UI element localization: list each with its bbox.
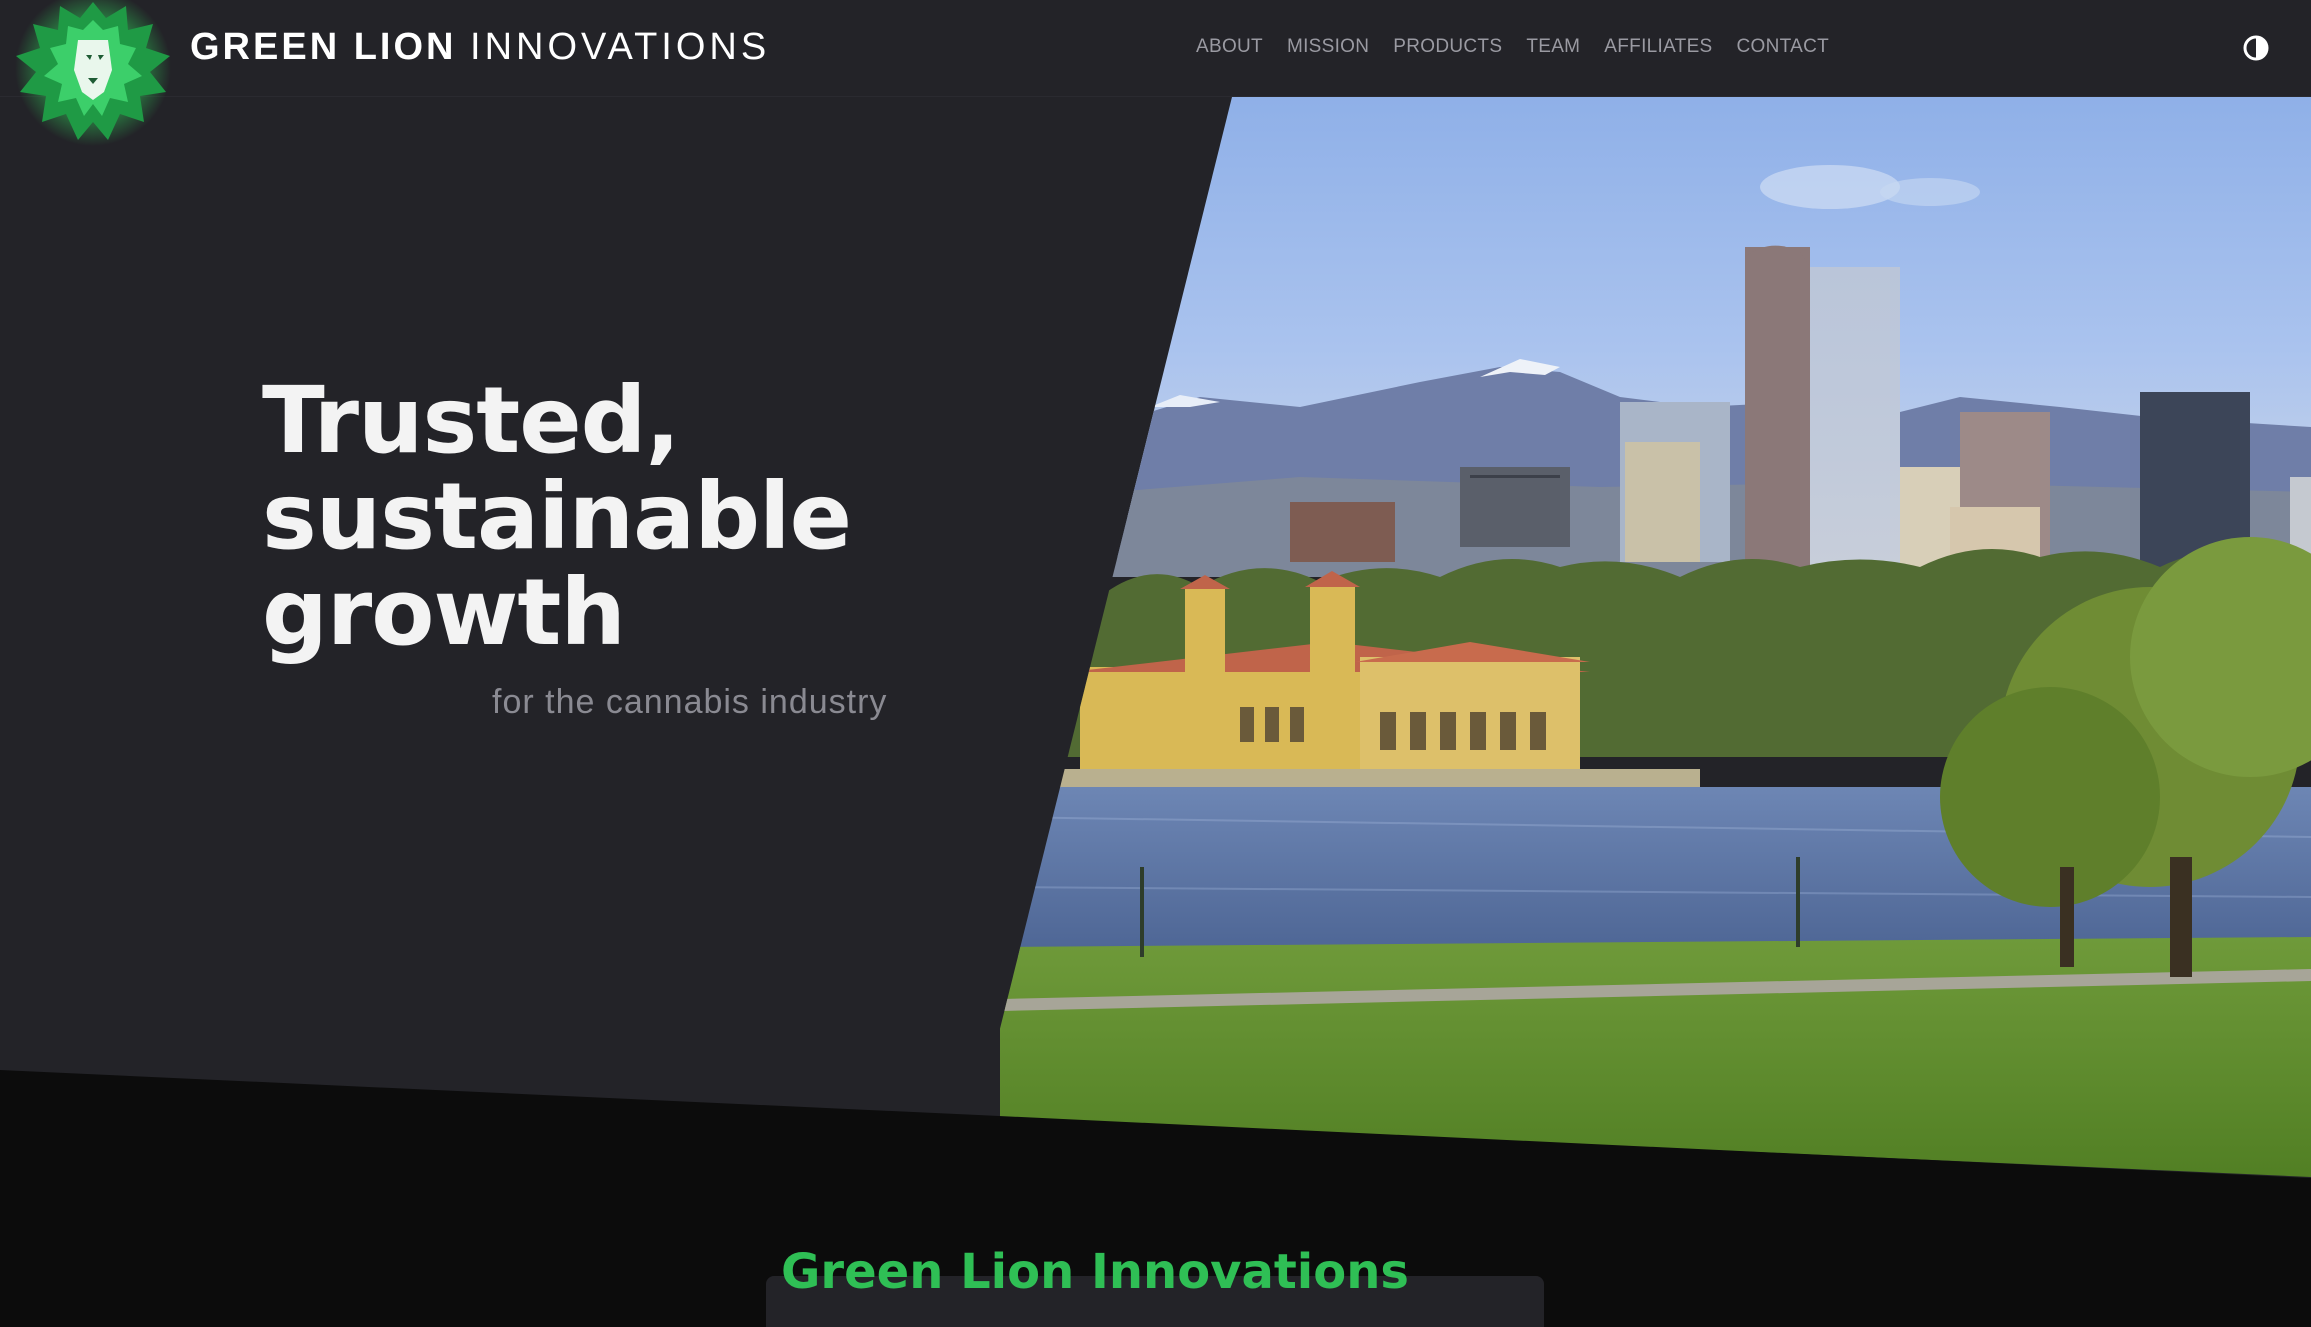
nav-about[interactable]: ABOUT	[1196, 36, 1263, 58]
nav-mission[interactable]: MISSION	[1287, 36, 1369, 58]
section-title: Green Lion Innovations	[781, 1244, 1409, 1300]
hero-title-line3: growth	[262, 559, 626, 666]
nav-team[interactable]: TEAM	[1526, 36, 1580, 58]
site-header: GREEN LION INNOVATIONS ABOUT MISSION PRO…	[0, 0, 2311, 97]
hero-title-line2: sustainable	[262, 463, 852, 570]
hero-title-line1: Trusted,	[262, 367, 680, 474]
nav-contact[interactable]: CONTACT	[1737, 36, 1830, 58]
contrast-half-circle-icon[interactable]	[2242, 34, 2270, 62]
hero-subtitle: for the cannabis industry	[492, 683, 888, 721]
brand-name[interactable]: GREEN LION INNOVATIONS	[190, 26, 770, 69]
nav-products[interactable]: PRODUCTS	[1393, 36, 1502, 58]
brand-name-light: INNOVATIONS	[470, 26, 771, 68]
main-nav: ABOUT MISSION PRODUCTS TEAM AFFILIATES C…	[1196, 36, 1853, 58]
brand-name-bold: GREEN LION	[190, 26, 457, 68]
hero-title: Trusted, sustainable growth	[262, 373, 962, 661]
lion-head-logo[interactable]	[8, 0, 178, 150]
nav-affiliates[interactable]: AFFILIATES	[1604, 36, 1712, 58]
page: GREEN LION INNOVATIONS ABOUT MISSION PRO…	[0, 0, 2311, 1327]
